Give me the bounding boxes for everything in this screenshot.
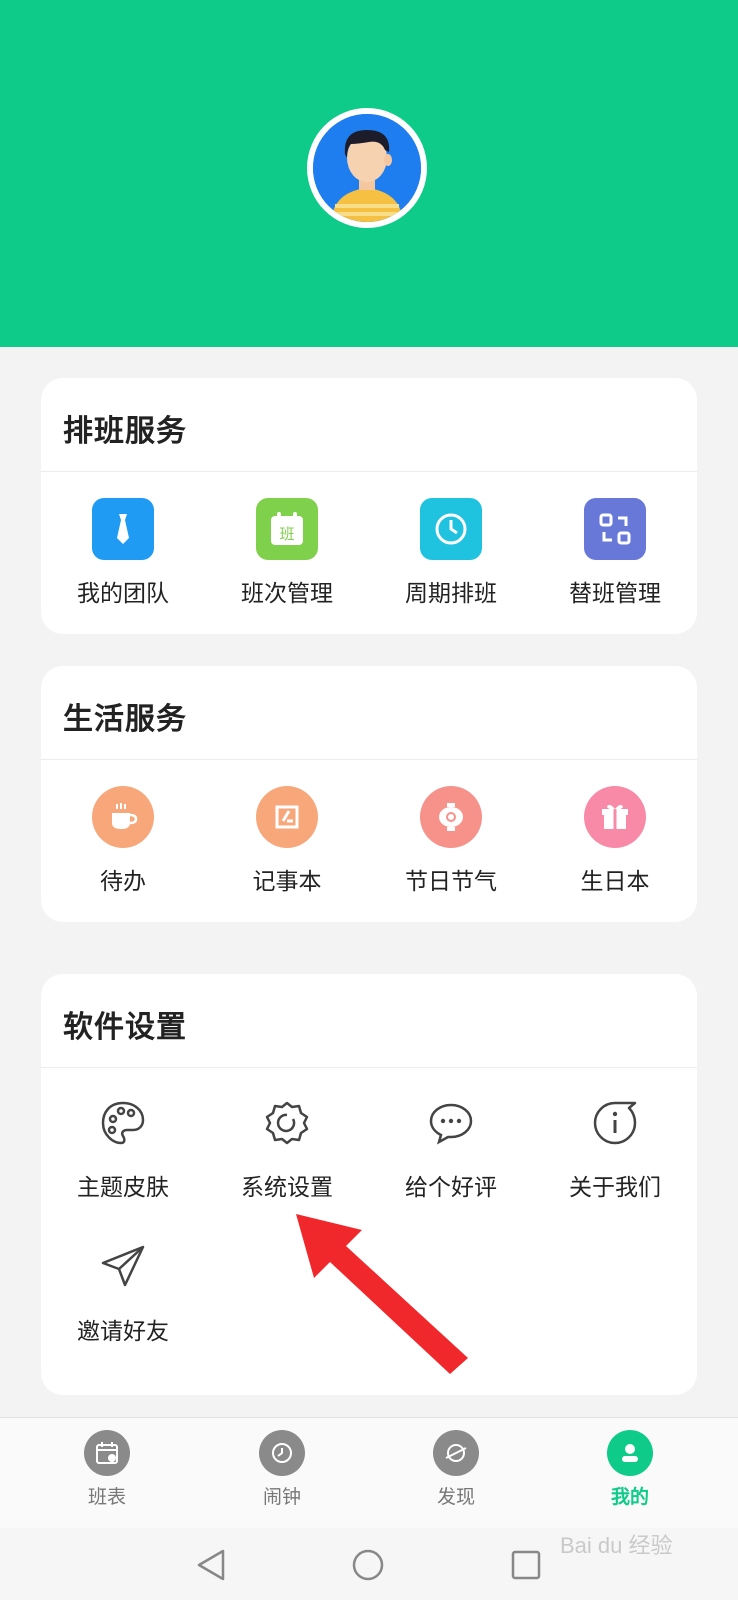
profile-icon (607, 1430, 653, 1476)
coffee-cup-icon (92, 786, 154, 848)
item-label: 替班管理 (569, 581, 661, 607)
red-arrow-annotation (296, 1214, 468, 1374)
item-label: 我的团队 (77, 581, 169, 607)
divider (41, 1067, 697, 1068)
recents-icon[interactable] (510, 1549, 542, 1581)
tab-alarm[interactable]: 闹钟 (222, 1430, 342, 1509)
gift-icon (584, 786, 646, 848)
home-icon[interactable] (351, 1548, 385, 1582)
alarm-icon (259, 1430, 305, 1476)
scheduling-services-card: 排班服务 我的团队 班 班次管理 周期排班 替班管理 (41, 378, 697, 634)
back-icon[interactable] (195, 1548, 227, 1582)
todo-button[interactable]: 待办 (41, 786, 205, 896)
palette-icon (92, 1092, 154, 1154)
item-label: 主题皮肤 (77, 1175, 169, 1201)
tab-label: 我的 (610, 1486, 649, 1508)
theme-skin-button[interactable]: 主题皮肤 (41, 1092, 205, 1202)
paper-plane-icon (92, 1236, 154, 1298)
notebook-button[interactable]: 记事本 (205, 786, 369, 896)
substitute-management-button[interactable]: 替班管理 (533, 498, 697, 608)
tab-mine[interactable]: 我的 (570, 1430, 690, 1509)
item-label: 周期排班 (405, 581, 497, 607)
bottom-tab-bar: 班表 闹钟 发现 我的 (0, 1417, 738, 1528)
tab-label: 发现 (436, 1486, 475, 1508)
birthday-book-button[interactable]: 生日本 (533, 786, 697, 896)
item-label: 节日节气 (405, 869, 497, 895)
item-label: 班次管理 (241, 581, 333, 607)
item-label: 生日本 (580, 869, 650, 895)
discover-icon (433, 1430, 479, 1476)
swap-icon (584, 498, 646, 560)
divider (41, 471, 697, 472)
avatar-illustration (313, 114, 421, 222)
festivals-button[interactable]: 节日节气 (369, 786, 533, 896)
schedule-icon (84, 1430, 130, 1476)
divider (41, 759, 697, 760)
invite-friends-button[interactable]: 邀请好友 (41, 1236, 205, 1346)
item-label: 关于我们 (569, 1175, 661, 1201)
tie-icon (92, 498, 154, 560)
section-title: 生活服务 (63, 702, 187, 737)
tab-label: 班表 (87, 1486, 126, 1508)
about-us-button[interactable]: 关于我们 (533, 1092, 697, 1202)
life-services-card: 生活服务 待办 记事本 节日节气 生日本 (41, 666, 697, 922)
cycle-scheduling-button[interactable]: 周期排班 (369, 498, 533, 608)
gear-icon (256, 1092, 318, 1154)
tab-discover[interactable]: 发现 (396, 1430, 516, 1509)
section-title: 软件设置 (63, 1010, 187, 1045)
item-label: 待办 (100, 869, 146, 895)
tab-label: 闹钟 (262, 1486, 301, 1508)
my-team-button[interactable]: 我的团队 (41, 498, 205, 608)
tab-schedule[interactable]: 班表 (47, 1430, 167, 1509)
user-avatar[interactable] (307, 108, 427, 228)
notebook-icon (256, 786, 318, 848)
item-label: 给个好评 (405, 1175, 497, 1201)
shift-management-button[interactable]: 班 班次管理 (205, 498, 369, 608)
info-icon (584, 1092, 646, 1154)
chat-bubble-icon (420, 1092, 482, 1154)
svg-text:班: 班 (279, 525, 294, 543)
rate-us-button[interactable]: 给个好评 (369, 1092, 533, 1202)
item-label: 邀请好友 (77, 1319, 169, 1345)
item-label: 记事本 (252, 869, 322, 895)
calendar-icon: 班 (256, 498, 318, 560)
profile-header (0, 0, 738, 347)
clock-cycle-icon (420, 498, 482, 560)
system-settings-button[interactable]: 系统设置 (205, 1092, 369, 1202)
item-label: 系统设置 (241, 1175, 333, 1201)
watermark: Bai du 经验 (560, 1533, 673, 1558)
section-title: 排班服务 (63, 414, 187, 449)
lantern-icon (420, 786, 482, 848)
